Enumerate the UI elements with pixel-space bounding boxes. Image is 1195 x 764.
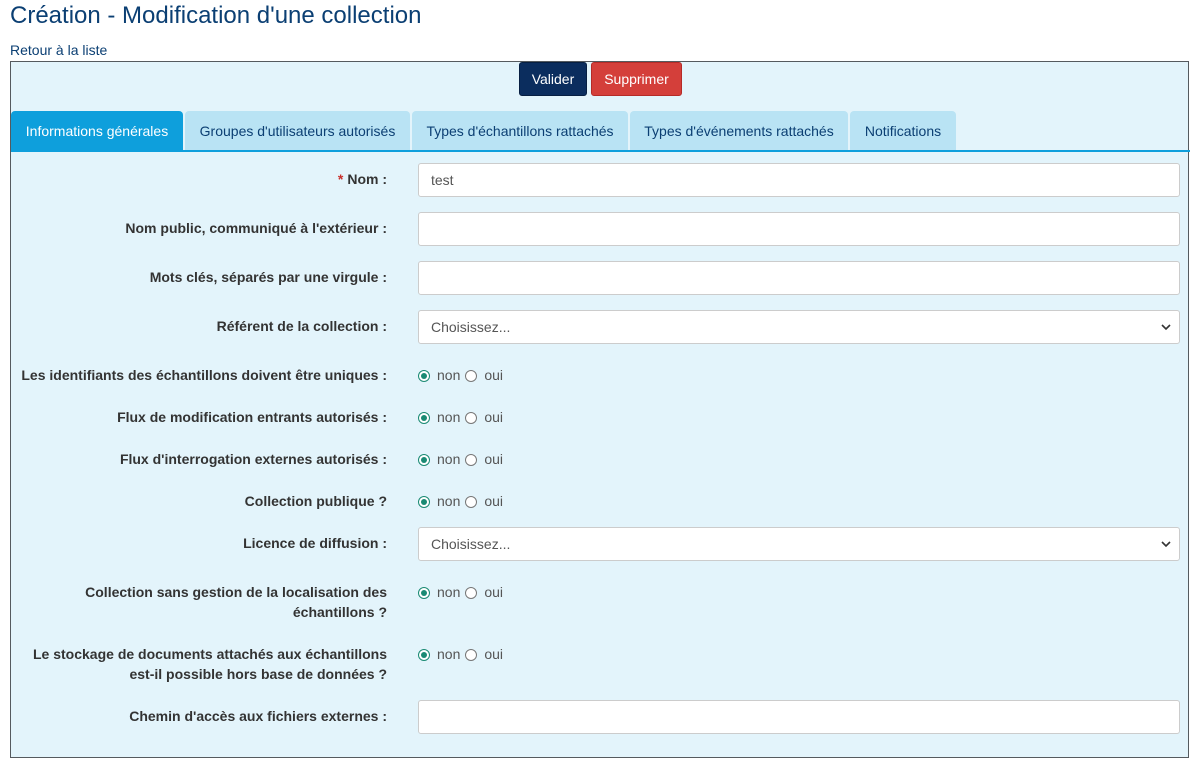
unique-ids-radio-non[interactable] xyxy=(418,370,430,382)
incoming-flows-label: Flux de modification entrants autorisés … xyxy=(117,409,387,425)
external-storage-radio-group: non oui xyxy=(418,644,508,664)
radio-label-oui[interactable]: oui xyxy=(484,451,503,467)
radio-label-non[interactable]: non xyxy=(437,493,460,509)
back-to-list-link[interactable]: Retour à la liste xyxy=(10,41,107,59)
public-collection-label: Collection publique ? xyxy=(244,493,387,509)
radio-label-non[interactable]: non xyxy=(437,367,460,383)
tab-general-info[interactable]: Informations générales xyxy=(11,111,183,151)
radio-label-non[interactable]: non xyxy=(437,584,460,600)
name-input[interactable] xyxy=(418,163,1180,197)
referent-select[interactable]: Choisissez... xyxy=(418,310,1180,344)
unique-ids-radio-group: non oui xyxy=(418,365,508,385)
tab-notifications[interactable]: Notifications xyxy=(850,111,956,151)
validate-button[interactable]: Valider xyxy=(519,62,587,96)
external-path-input[interactable] xyxy=(418,700,1180,734)
chevron-down-icon xyxy=(1161,324,1171,331)
external-query-label: Flux d'interrogation externes autorisés … xyxy=(119,451,387,467)
incoming-flows-radio-non[interactable] xyxy=(418,412,430,424)
delete-button[interactable]: Supprimer xyxy=(591,62,682,96)
radio-label-oui[interactable]: oui xyxy=(484,493,503,509)
external-query-radio-oui[interactable] xyxy=(465,454,478,466)
no-location-radio-non[interactable] xyxy=(418,587,430,599)
public-collection-radio-group: non oui xyxy=(418,491,508,511)
tab-event-types[interactable]: Types d'événements rattachés xyxy=(630,111,848,151)
unique-ids-label: Les identifiants des échantillons doiven… xyxy=(21,367,387,383)
incoming-flows-radio-oui[interactable] xyxy=(465,412,478,424)
referent-label: Référent de la collection : xyxy=(216,318,387,334)
tab-sample-types[interactable]: Types d'échantillons rattachés xyxy=(412,111,628,151)
no-location-label: Collection sans gestion de la localisati… xyxy=(85,584,387,620)
tab-underline xyxy=(11,150,1190,152)
unique-ids-radio-oui[interactable] xyxy=(465,370,478,382)
external-query-radio-group: non oui xyxy=(418,449,508,469)
external-storage-label: Le stockage de documents attachés aux éc… xyxy=(33,646,387,682)
license-selected-value: Choisissez... xyxy=(431,536,511,552)
radio-label-oui[interactable]: oui xyxy=(484,367,503,383)
radio-label-non[interactable]: non xyxy=(437,409,460,425)
external-path-label: Chemin d'accès aux fichiers externes : xyxy=(129,708,387,724)
public-collection-radio-oui[interactable] xyxy=(465,496,478,508)
tab-authorized-groups[interactable]: Groupes d'utilisateurs autorisés xyxy=(185,111,410,151)
public-collection-radio-non[interactable] xyxy=(418,496,430,508)
name-label: * Nom : xyxy=(337,171,387,187)
external-storage-radio-oui[interactable] xyxy=(465,649,478,661)
collection-form-panel: Valider Supprimer Informations générales… xyxy=(10,61,1190,758)
public-name-input[interactable] xyxy=(418,212,1180,246)
license-label: Licence de diffusion : xyxy=(243,535,387,551)
radio-label-oui[interactable]: oui xyxy=(484,646,503,662)
license-select[interactable]: Choisissez... xyxy=(418,527,1180,561)
no-location-radio-oui[interactable] xyxy=(465,587,478,599)
public-name-label: Nom public, communiqué à l'extérieur : xyxy=(125,220,387,236)
radio-label-oui[interactable]: oui xyxy=(484,409,503,425)
keywords-label: Mots clés, séparés par une virgule : xyxy=(149,269,387,285)
radio-label-oui[interactable]: oui xyxy=(484,584,503,600)
external-query-radio-non[interactable] xyxy=(418,454,430,466)
referent-selected-value: Choisissez... xyxy=(431,319,511,335)
radio-label-non[interactable]: non xyxy=(437,451,460,467)
external-storage-radio-non[interactable] xyxy=(418,649,430,661)
page-title: Création - Modification d'une collection xyxy=(10,2,422,29)
chevron-down-icon xyxy=(1161,541,1171,548)
incoming-flows-radio-group: non oui xyxy=(418,407,508,427)
no-location-radio-group: non oui xyxy=(418,582,508,602)
required-marker: * xyxy=(337,171,344,187)
keywords-input[interactable] xyxy=(418,261,1180,295)
radio-label-non[interactable]: non xyxy=(437,646,460,662)
